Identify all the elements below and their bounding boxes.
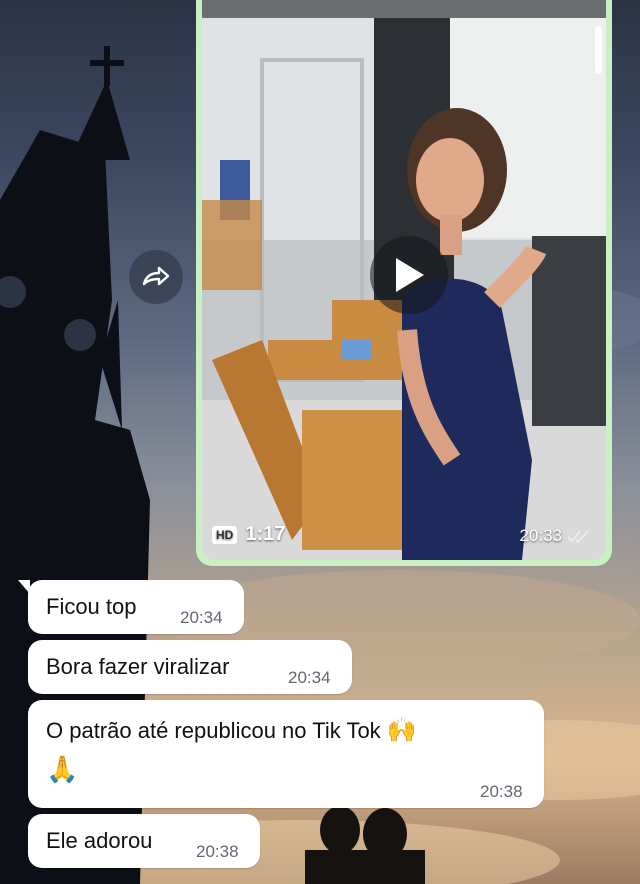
forward-button[interactable] [129,250,183,304]
message-text: Bora fazer viralizar [46,654,230,679]
video-time-text: 20:33 [519,526,562,545]
message-bubble[interactable]: Ficou top 20:34 [18,580,244,634]
video-duration: HD 1:17 [212,523,285,546]
message-time: 20:38 [196,842,239,861]
message-text: Ele adorou [46,828,153,853]
message-text: O patrão até republicou no Tik Tok [46,718,381,743]
video-timestamp: 20:33 [519,526,592,546]
message-time: 20:34 [288,668,331,687]
double-check-icon [567,530,589,544]
hd-badge: HD [212,525,238,544]
duration-text: 1:17 [245,523,286,545]
message-time: 20:38 [480,782,523,801]
scroll-thumb[interactable] [595,26,602,74]
couple-silhouette [305,806,425,884]
message-text-line: O patrão até republicou no Tik Tok 🙌 [46,716,417,745]
raising-hands-emoji: 🙌 [386,717,417,744]
message-bubble[interactable]: O patrão até republicou no Tik Tok 🙌 🙏 2… [28,700,544,808]
forward-icon [142,266,170,286]
message-bubble[interactable]: Ele adorou 20:38 [28,814,260,868]
play-button[interactable] [370,236,448,314]
message-time: 20:34 [180,608,223,627]
message-bubble[interactable]: Bora fazer viralizar 20:34 [28,640,352,694]
folded-hands-emoji: 🙏 [46,754,79,784]
video-thumbnail[interactable]: HD 1:17 20:33 [202,0,606,560]
message-text: Ficou top [46,594,137,619]
video-message-bubble[interactable]: HD 1:17 20:33 [196,0,612,566]
bubble-tail [18,580,30,594]
play-icon [396,258,424,292]
